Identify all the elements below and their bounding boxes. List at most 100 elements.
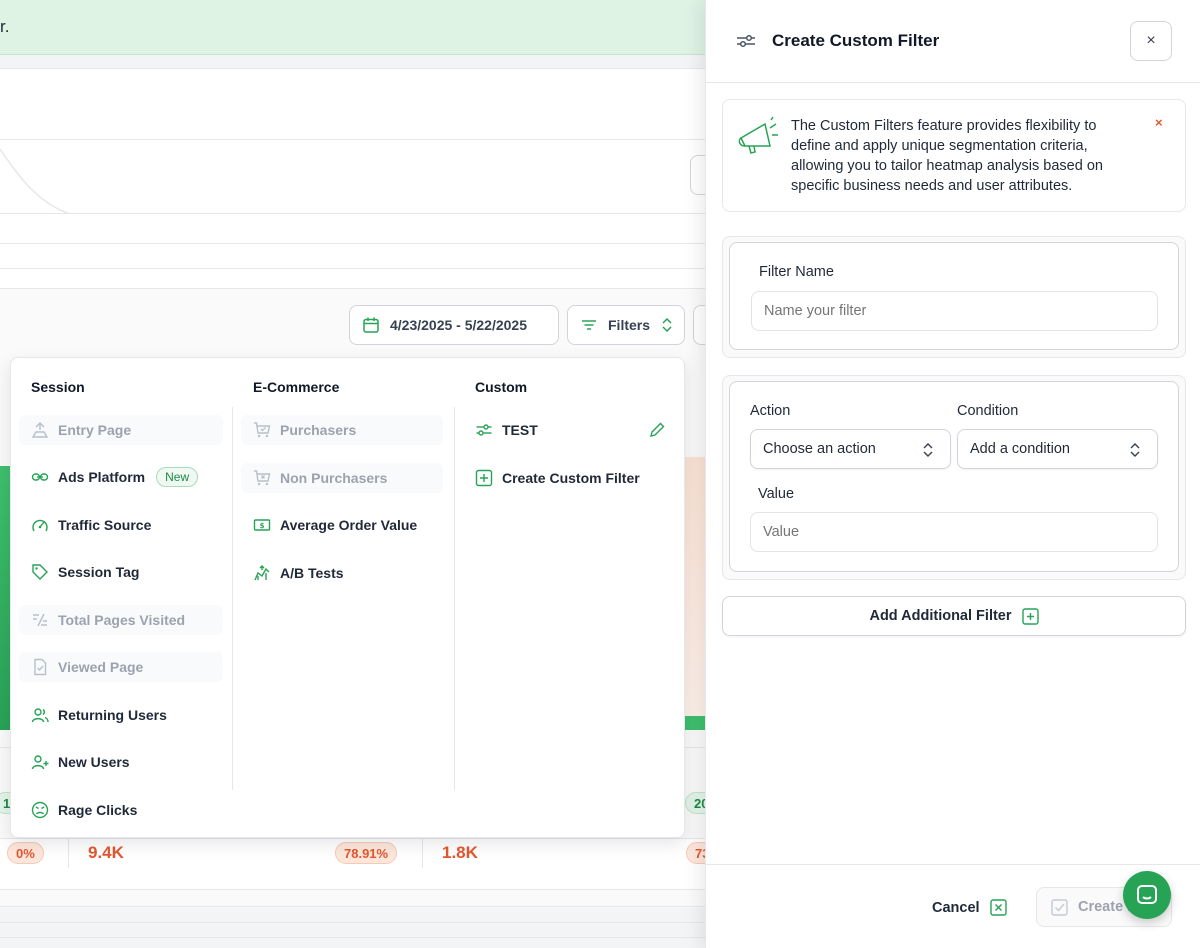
cancel-label: Cancel <box>932 899 980 916</box>
filter-non-purchasers[interactable]: Non Purchasers <box>241 463 443 493</box>
traffic-source-icon <box>31 516 49 534</box>
divider <box>0 213 706 214</box>
filters-dropdown: Session Entry Page Ads Platform New Traf… <box>10 357 685 838</box>
value-label: Value <box>758 486 795 502</box>
stat-pill: 78.91% <box>335 842 398 864</box>
stat-value: 1.8K <box>442 843 478 862</box>
create-custom-filter-item[interactable]: Create Custom Filter <box>463 463 673 493</box>
chevron-updown-icon <box>662 317 672 333</box>
filter-rage-clicks[interactable]: Rage Clicks <box>19 795 137 825</box>
link-icon <box>31 468 49 486</box>
filter-name-input[interactable] <box>751 291 1158 331</box>
cancel-button[interactable]: Cancel <box>932 899 1007 916</box>
stat-value: 9.4K <box>88 843 124 862</box>
filter-average-order-value[interactable]: $ Average Order Value <box>241 510 417 540</box>
add-additional-filter-button[interactable]: Add Additional Filter <box>722 596 1186 636</box>
condition-label: Condition <box>957 403 1019 419</box>
divider <box>0 139 706 140</box>
chevron-updown-icon <box>1130 443 1140 457</box>
filter-label: Create Custom Filter <box>502 470 640 486</box>
background-header-area <box>0 68 706 288</box>
filter-total-pages-visited[interactable]: Total Pages Visited <box>19 605 223 635</box>
banner-text: r. <box>0 17 10 36</box>
filter-ab-tests[interactable]: A/B Tests <box>241 558 344 588</box>
filter-purchasers[interactable]: Purchasers <box>241 415 443 445</box>
info-notice: The Custom Filters feature provides flex… <box>722 99 1186 212</box>
filter-traffic-source[interactable]: Traffic Source <box>19 510 151 540</box>
filter-entry-page[interactable]: Entry Page <box>19 415 223 445</box>
notification-banner: r. <box>0 0 706 55</box>
date-range-label: 4/23/2025 - 5/22/2025 <box>390 317 528 333</box>
stat-pill: 73 <box>686 842 706 864</box>
money-icon: $ <box>253 516 271 534</box>
filter-label: Purchasers <box>280 422 357 438</box>
filter-label: A/B Tests <box>280 565 344 581</box>
filter-rule-card-inner: Action Condition Choose an action Add a … <box>729 381 1179 572</box>
divider <box>0 268 706 269</box>
filter-label: Returning Users <box>58 707 167 723</box>
action-label: Action <box>750 403 791 419</box>
filter-name-label: Filter Name <box>759 264 834 280</box>
divider <box>0 922 706 923</box>
filter-label: Total Pages Visited <box>58 612 186 628</box>
session-title: Session <box>31 379 85 395</box>
filter-label: Session Tag <box>58 564 140 580</box>
add-filter-label: Add Additional Filter <box>869 608 1012 624</box>
action-select[interactable]: Choose an action <box>750 429 951 469</box>
pages-visited-icon <box>31 611 49 629</box>
check-square-icon <box>1051 898 1068 916</box>
background-chart-curve <box>0 148 71 214</box>
divider <box>0 937 706 938</box>
filter-viewed-page[interactable]: Viewed Page <box>19 652 223 682</box>
create-custom-filter-panel: Create Custom Filter × The Custom Filter… <box>705 0 1200 948</box>
close-icon: × <box>1146 32 1156 49</box>
stat-pill: 0% <box>7 842 44 864</box>
filters-button[interactable]: Filters <box>567 305 685 345</box>
info-text: The Custom Filters feature provides flex… <box>791 118 1103 194</box>
filter-session-tag[interactable]: Session Tag <box>19 557 139 587</box>
x-square-icon <box>989 899 1007 916</box>
custom-column: TEST Create Custom Filter <box>454 407 686 790</box>
filter-lines-icon <box>582 320 596 330</box>
plus-square-icon <box>1021 607 1039 625</box>
close-button[interactable]: × <box>1130 21 1172 61</box>
filter-new-users[interactable]: New Users <box>19 747 130 777</box>
tag-icon <box>31 563 49 581</box>
chart-bar <box>0 466 10 730</box>
plus-square-icon <box>475 469 493 487</box>
filter-returning-users[interactable]: Returning Users <box>19 700 167 730</box>
entry-page-icon <box>31 421 49 439</box>
filter-label: Viewed Page <box>58 659 144 675</box>
filter-label: Non Purchasers <box>280 470 388 486</box>
ab-test-icon <box>253 564 271 582</box>
user-plus-icon <box>31 753 49 771</box>
dismiss-info-button[interactable]: × <box>1155 115 1163 130</box>
users-icon <box>31 706 49 724</box>
new-badge: New <box>156 467 199 487</box>
divider <box>422 838 423 868</box>
chevron-updown-icon <box>923 443 933 457</box>
filter-test[interactable]: TEST <box>463 415 673 445</box>
document-check-icon <box>31 658 49 676</box>
cart-x-icon <box>253 469 271 487</box>
ecommerce-title: E-Commerce <box>253 379 340 395</box>
condition-select[interactable]: Add a condition <box>957 429 1158 469</box>
panel-title: Create Custom Filter <box>772 31 940 50</box>
date-range-picker[interactable]: 4/23/2025 - 5/22/2025 <box>349 305 559 345</box>
sliders-icon <box>737 34 755 48</box>
filter-label: Ads Platform <box>58 469 146 485</box>
filter-rule-card: Action Condition Choose an action Add a … <box>722 375 1186 580</box>
chat-icon <box>1137 885 1157 904</box>
panel-header: Create Custom Filter × <box>706 0 1200 83</box>
value-input[interactable] <box>750 512 1158 552</box>
pencil-icon[interactable] <box>649 421 666 438</box>
filter-label: Traffic Source <box>58 517 152 533</box>
chat-launcher-button[interactable] <box>1123 871 1171 919</box>
sliders-icon <box>475 421 493 439</box>
filter-label: New Users <box>58 754 130 770</box>
chart-bar <box>684 716 706 730</box>
filter-name-card: Filter Name <box>722 236 1186 358</box>
filter-ads-platform[interactable]: Ads Platform New <box>19 462 199 492</box>
filter-label: TEST <box>502 422 538 438</box>
divider <box>0 906 706 907</box>
